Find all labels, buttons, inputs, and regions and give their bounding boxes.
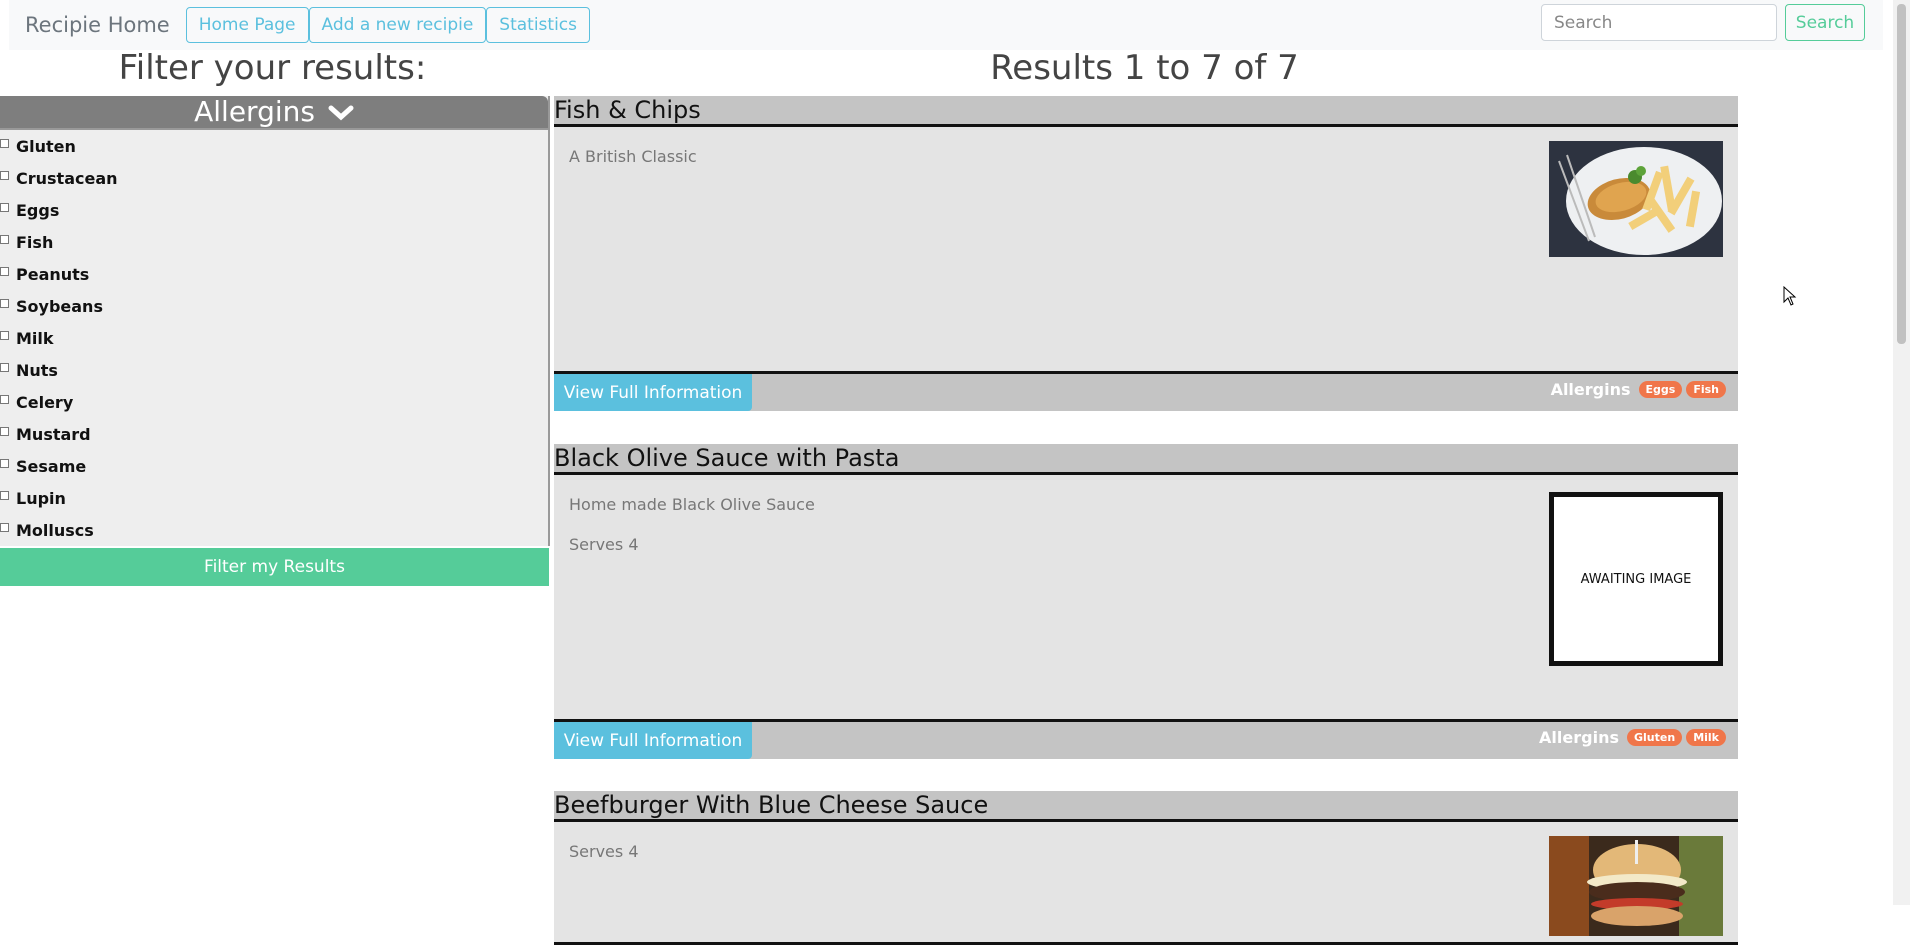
brand-link[interactable]: Recipie Home <box>25 13 170 37</box>
mouse-cursor-icon <box>1783 286 1797 306</box>
home-page-button[interactable]: Home Page <box>185 7 309 43</box>
add-recipe-button[interactable]: Add a new recipie <box>308 7 487 43</box>
allergen-option[interactable]: Peanuts <box>0 258 548 290</box>
allergen-label: Sesame <box>16 456 87 476</box>
allergen-list: Gluten Crustacean Eggs Fish Peanuts Soybeans M… <box>0 130 548 546</box>
allergins-label: Allergins <box>1539 728 1619 747</box>
allergen-checkbox[interactable] <box>0 202 9 212</box>
allergen-label: Molluscs <box>16 520 94 540</box>
allergen-label: Eggs <box>16 200 60 220</box>
allergen-checkbox[interactable] <box>0 490 9 500</box>
allergen-option[interactable]: Crustacean <box>0 162 548 194</box>
scrollbar-thumb[interactable] <box>1897 4 1906 344</box>
recipe-title: Black Olive Sauce with Pasta <box>554 444 1738 475</box>
recipe-description: A British Classic <box>569 147 697 166</box>
recipe-body: A British Classic <box>554 127 1738 374</box>
allergen-checkbox[interactable] <box>0 234 9 244</box>
allergen-label: Fish <box>16 232 54 252</box>
recipe-title: Beefburger With Blue Cheese Sauce <box>554 791 1738 822</box>
allergen-checkbox[interactable] <box>0 138 9 148</box>
allergen-checkbox[interactable] <box>0 394 9 404</box>
recipe-body: Home made Black Olive Sauce Serves 4 AWA… <box>554 475 1738 722</box>
allergen-checkbox[interactable] <box>0 266 9 276</box>
allergen-label: Gluten <box>16 136 76 156</box>
allergen-option[interactable]: Celery <box>0 386 548 418</box>
recipe-servings: Serves 4 <box>569 535 639 554</box>
allergins-header-label: Allergins <box>194 95 315 128</box>
results-title: Results 1 to 7 of 7 <box>990 48 1299 88</box>
allergen-option[interactable]: Milk <box>0 322 548 354</box>
search-button[interactable]: Search <box>1785 4 1865 41</box>
allergen-option[interactable]: Soybeans <box>0 290 548 322</box>
recipe-title: Fish & Chips <box>554 96 1738 127</box>
allergen-option[interactable]: Nuts <box>0 354 548 386</box>
allergen-option[interactable]: Lupin <box>0 482 548 514</box>
allergen-checkbox[interactable] <box>0 298 9 308</box>
recipe-card: Beefburger With Blue Cheese Sauce Serves… <box>554 791 1738 945</box>
vertical-scrollbar[interactable] <box>1893 0 1910 905</box>
allergen-label: Milk <box>16 328 54 348</box>
recipe-footer: View Full Information Allergins Eggs Fis… <box>554 374 1738 411</box>
allergen-checkbox[interactable] <box>0 330 9 340</box>
allergen-option[interactable]: Molluscs <box>0 514 548 546</box>
allergen-label: Peanuts <box>16 264 90 284</box>
recipe-card: Black Olive Sauce with Pasta Home made B… <box>554 444 1738 759</box>
view-full-information-button[interactable]: View Full Information <box>554 722 752 759</box>
allergen-checkbox[interactable] <box>0 522 9 532</box>
allergen-label: Celery <box>16 392 74 412</box>
search-input[interactable] <box>1541 4 1777 41</box>
filter-results-button[interactable]: Filter my Results <box>0 548 549 586</box>
allergen-checkbox[interactable] <box>0 458 9 468</box>
allergen-badge: Fish <box>1686 381 1726 398</box>
allergen-label: Nuts <box>16 360 58 380</box>
allergen-option[interactable]: Fish <box>0 226 548 258</box>
view-full-information-button[interactable]: View Full Information <box>554 374 752 411</box>
allergen-label: Soybeans <box>16 296 103 316</box>
allergen-option[interactable]: Mustard <box>0 418 548 450</box>
allergen-option[interactable]: Gluten <box>0 130 548 162</box>
allergen-label: Crustacean <box>16 168 118 188</box>
allergins-toggle[interactable]: Allergins <box>0 96 548 130</box>
recipe-card: Fish & Chips A British Classic View Full… <box>554 96 1738 411</box>
allergen-tags: Allergins Eggs Fish <box>1551 380 1726 399</box>
allergins-label: Allergins <box>1550 380 1631 399</box>
allergen-badge: Gluten <box>1627 729 1683 746</box>
awaiting-image-placeholder: AWAITING IMAGE <box>1549 492 1723 666</box>
recipe-body: Serves 4 <box>554 822 1738 945</box>
recipe-description: Home made Black Olive Sauce <box>569 495 815 514</box>
allergen-label: Lupin <box>16 488 66 508</box>
allergen-tags: Allergins Gluten Milk <box>1539 728 1726 747</box>
chevron-down-icon <box>328 97 354 129</box>
recipe-footer: View Full Information Allergins Gluten M… <box>554 722 1738 759</box>
allergen-checkbox[interactable] <box>0 426 9 436</box>
recipe-image <box>1549 836 1723 936</box>
allergen-badge: Milk <box>1686 729 1726 746</box>
recipe-servings: Serves 4 <box>569 842 639 861</box>
filter-panel: Allergins Gluten Crustacean Eggs Fish Peanut… <box>0 96 550 546</box>
statistics-button[interactable]: Statistics <box>486 7 591 43</box>
allergen-option[interactable]: Sesame <box>0 450 548 482</box>
allergen-checkbox[interactable] <box>0 362 9 372</box>
allergen-checkbox[interactable] <box>0 170 9 180</box>
allergen-option[interactable]: Eggs <box>0 194 548 226</box>
filter-title: Filter your results: <box>118 48 427 88</box>
recipe-image <box>1549 141 1723 257</box>
allergen-badge: Eggs <box>1638 381 1683 398</box>
allergen-label: Mustard <box>16 424 91 444</box>
